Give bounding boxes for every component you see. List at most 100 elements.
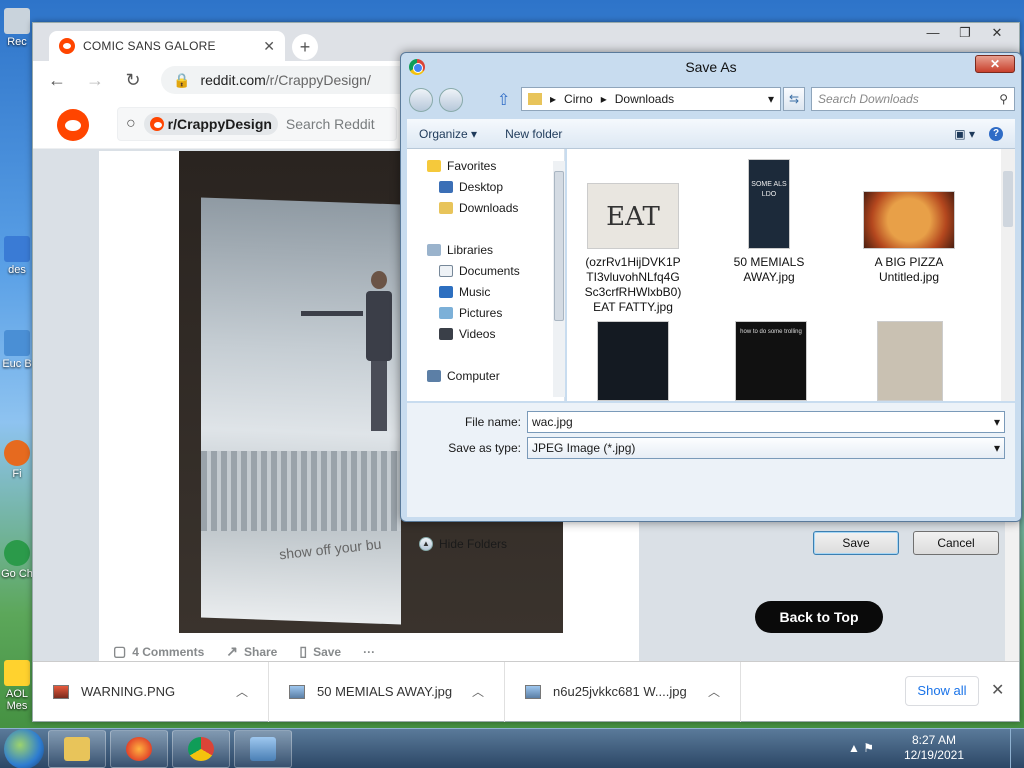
chevron-up-icon[interactable]: ︿ (472, 683, 484, 700)
organize-button[interactable]: Organize ▾ (419, 127, 477, 141)
show-desktop-button[interactable] (1010, 729, 1024, 768)
close-window-button[interactable]: ✕ (981, 23, 1013, 43)
back-arrow-icon[interactable]: ← (47, 70, 67, 91)
nav-label: Documents (459, 264, 520, 278)
close-downloads-icon[interactable]: ✕ (991, 680, 1004, 700)
new-tab-button[interactable]: + (292, 34, 318, 60)
breadcrumb-item[interactable]: Downloads (615, 92, 674, 106)
chevron-up-icon[interactable]: ︿ (708, 683, 720, 700)
file-thumbnail: how to do some trolling (735, 321, 807, 401)
folder-icon (64, 736, 90, 761)
search-icon: ⚲ (999, 92, 1008, 106)
chevron-up-icon[interactable]: ︿ (236, 683, 248, 700)
nav-documents[interactable]: Documents (439, 264, 520, 278)
nav-music[interactable]: Music (439, 285, 490, 299)
man-figure (359, 271, 399, 441)
libraries-icon (427, 244, 441, 256)
forward-icon[interactable] (439, 88, 463, 112)
nav-computer[interactable]: Computer (427, 369, 500, 383)
file-name-input[interactable]: wac.jpg ▾ (527, 411, 1005, 433)
forward-arrow-icon[interactable]: → (85, 70, 105, 91)
download-item[interactable]: WARNING.PNG ︿ (33, 661, 269, 722)
dialog-close-button[interactable]: ✕ (975, 55, 1015, 73)
desktop-icon-recycle-bin[interactable]: Rec (0, 8, 34, 48)
download-item[interactable]: n6u25jvkkc681 W....jpg ︿ (505, 661, 741, 722)
up-arrow-icon[interactable]: ⇧ (497, 90, 510, 110)
dialog-title: Save As (685, 59, 737, 75)
file-item[interactable] (877, 321, 943, 401)
videos-icon (439, 328, 453, 340)
desktop-icon-2[interactable]: des (0, 236, 34, 276)
dialog-search-input[interactable]: Search Downloads ⚲ (811, 87, 1015, 111)
maximize-button[interactable]: ❐ (949, 23, 981, 43)
download-item[interactable]: 50 MEMIALS AWAY.jpg ︿ (269, 661, 505, 722)
minimize-button[interactable]: — (917, 23, 949, 43)
desktop-icon-3[interactable]: Euc B (0, 330, 34, 370)
save-type-select[interactable]: JPEG Image (*.jpg) ▾ (527, 437, 1005, 459)
nav-libraries[interactable]: Libraries (427, 243, 493, 257)
file-item[interactable]: SOME ALS LDO 50 MEMIALS AWAY.jpg (717, 159, 821, 285)
reddit-logo-icon[interactable] (57, 109, 89, 141)
file-item[interactable]: EAT (ozrRv1HijDVK1P TI3vluvohNLfq4G Sc3c… (581, 183, 685, 315)
browser-tab[interactable]: COMIC SANS GALORE ✕ (49, 31, 285, 61)
nav-downloads[interactable]: Downloads (439, 201, 518, 215)
share-label: Share (244, 645, 278, 659)
subreddit-chip[interactable]: r/CrappyDesign (143, 113, 278, 135)
nav-scrollbar[interactable] (553, 161, 565, 397)
file-item[interactable]: how to do some trolling (735, 321, 807, 401)
chevron-down-icon[interactable]: ▾ (994, 415, 1000, 429)
hide-folders-button[interactable]: ▲ Hide Folders (419, 537, 507, 551)
back-icon[interactable] (409, 88, 433, 112)
file-item[interactable] (597, 321, 669, 401)
cancel-button[interactable]: Cancel (913, 531, 999, 555)
clock[interactable]: 8:27 AM 12/19/2021 (904, 733, 964, 763)
new-folder-button[interactable]: New folder (505, 127, 562, 141)
nav-videos[interactable]: Videos (439, 327, 495, 341)
taskbar-chrome[interactable] (172, 729, 230, 768)
city-skyline (201, 451, 401, 531)
taskbar-firefox[interactable] (110, 729, 168, 768)
share-icon: ↗ (226, 643, 238, 659)
back-to-top-button[interactable]: Back to Top (755, 601, 883, 633)
save-post-label: Save (313, 645, 342, 659)
show-all-button[interactable]: Show all (905, 676, 979, 706)
firefox-icon (4, 440, 30, 466)
more-options-icon[interactable]: ··· (363, 645, 375, 659)
search-placeholder: Search Reddit (285, 116, 375, 132)
nav-favorites[interactable]: Favorites (427, 159, 496, 173)
chevron-down-icon[interactable]: ▾ (994, 441, 1000, 455)
desktop-icon-5[interactable]: Go Ch (0, 540, 34, 580)
desktop-icon-label: Fi (12, 468, 22, 480)
taskbar-image-viewer[interactable] (234, 729, 292, 768)
nav-label: Computer (447, 369, 500, 383)
save-post-button[interactable]: ▯ Save (299, 643, 341, 660)
refresh-icon[interactable]: ⇆ (783, 87, 805, 111)
desktop-icon-4[interactable]: Fi (0, 440, 34, 480)
reload-icon[interactable]: ↻ (123, 70, 143, 91)
dialog-command-bar: Organize ▾ New folder ▣ ▾ ? (407, 119, 1015, 149)
url-path: /r/CrappyDesign/ (265, 72, 371, 88)
save-type-label: Save as type: (448, 441, 521, 455)
desktop-icon-6[interactable]: AOL Mes (0, 660, 34, 712)
file-name-row: File name: wac.jpg ▾ (407, 411, 1005, 433)
reddit-search[interactable]: ○ r/CrappyDesign Search Reddit (117, 107, 397, 141)
subreddit-icon (149, 117, 164, 131)
shortcut-icon (4, 236, 30, 262)
start-button[interactable] (4, 728, 44, 768)
nav-desktop[interactable]: Desktop (439, 180, 503, 194)
file-item[interactable]: A BIG PIZZA Untitled.jpg (857, 191, 961, 285)
help-icon[interactable]: ? (989, 126, 1003, 141)
comments-button[interactable]: ▢ 4 Comments (113, 643, 204, 660)
tray-icons[interactable]: ▲ ⚑ (848, 741, 874, 755)
nav-pictures[interactable]: Pictures (439, 306, 502, 320)
breadcrumb-item[interactable]: Cirno (564, 92, 593, 106)
breadcrumb[interactable]: ▸ Cirno ▸ Downloads ▾ (521, 87, 781, 111)
nav-label: Downloads (459, 201, 519, 215)
save-button[interactable]: Save (813, 531, 899, 555)
view-options-icon[interactable]: ▣ ▾ (954, 127, 975, 141)
share-button[interactable]: ↗ Share (226, 643, 277, 660)
file-scrollbar[interactable] (1001, 149, 1015, 401)
tab-close-icon[interactable]: ✕ (263, 38, 275, 55)
taskbar-explorer[interactable] (48, 729, 106, 768)
chevron-down-icon[interactable]: ▾ (768, 92, 774, 106)
